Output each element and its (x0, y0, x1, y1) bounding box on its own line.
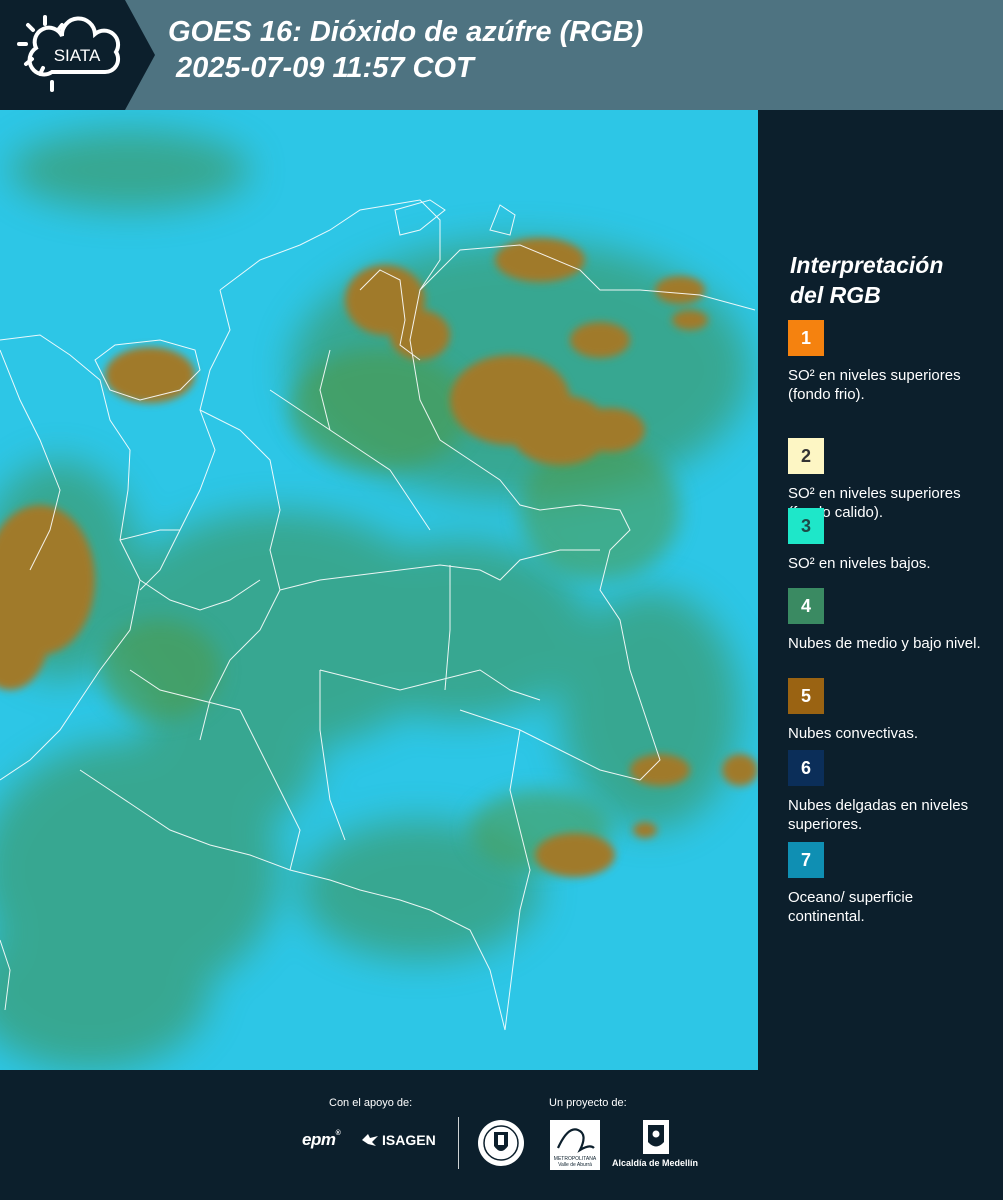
legend-description-4: Nubes de medio y bajo nivel. (788, 635, 981, 652)
satellite-map (0, 110, 758, 1070)
epm-logo: epm® (302, 1130, 341, 1149)
siata-logo-block: SIATA (0, 0, 155, 110)
epm-logo-text: epm (302, 1130, 336, 1149)
project-label: Un proyecto de: (549, 1097, 627, 1109)
support-label: Con el apoyo de: (329, 1097, 413, 1109)
medellin-seal-icon (478, 1120, 524, 1166)
legend-description-6: Nubes delgadas en niveles superiores. (788, 797, 969, 833)
alcaldia-text: Alcaldía de Medellín (612, 1158, 699, 1168)
isagen-logo: ISAGEN (360, 1132, 436, 1148)
alcaldia-crest-icon (643, 1120, 669, 1154)
header-bar: SIATA GOES 16: Dióxido de azúfre (RGB) 2… (0, 0, 1003, 110)
logo-text: SIATA (54, 46, 101, 65)
footer: Con el apoyo de: Un proyecto de: epm® IS… (0, 1070, 1003, 1200)
page-title: GOES 16: Dióxido de azúfre (RGB) 2025-07… (168, 14, 643, 86)
legend-title-line-2: del RGB (790, 282, 881, 308)
area-metropolitana-line-2: Valle de Aburrá (558, 1162, 592, 1168)
legend-swatch-6: 6 (788, 750, 824, 786)
legend-title: Interpretación del RGB (790, 250, 943, 310)
legend-swatch-5: 5 (788, 678, 824, 714)
isagen-icon (362, 1134, 378, 1146)
area-metropolitana-text: METROPOLITANA Valle de Aburrá (550, 1156, 600, 1168)
legend-title-line-1: Interpretación (790, 252, 944, 278)
legend-description-7: Oceano/ superficie continental. (788, 889, 914, 925)
footer-divider (458, 1117, 459, 1169)
legend-description-1: SO² en niveles superiores (fondo frio). (788, 367, 961, 403)
legend-swatch-2: 2 (788, 438, 824, 474)
legend-swatch-7: 7 (788, 842, 824, 878)
title-line-2: 2025-07-09 11:57 COT (168, 52, 474, 84)
legend-description-3: SO² en niveles bajos. (788, 555, 931, 572)
legend-description-5: Nubes convectivas. (788, 725, 919, 742)
legend-swatch-1: 1 (788, 320, 824, 356)
legend-panel: Interpretación del RGB 1 SO² en niveles s… (758, 110, 1003, 1070)
legend-swatch-4: 4 (788, 588, 824, 624)
legend-swatch-3: 3 (788, 508, 824, 544)
title-line-1: GOES 16: Dióxido de azúfre (RGB) (168, 16, 644, 48)
isagen-text: ISAGEN (382, 1132, 436, 1148)
